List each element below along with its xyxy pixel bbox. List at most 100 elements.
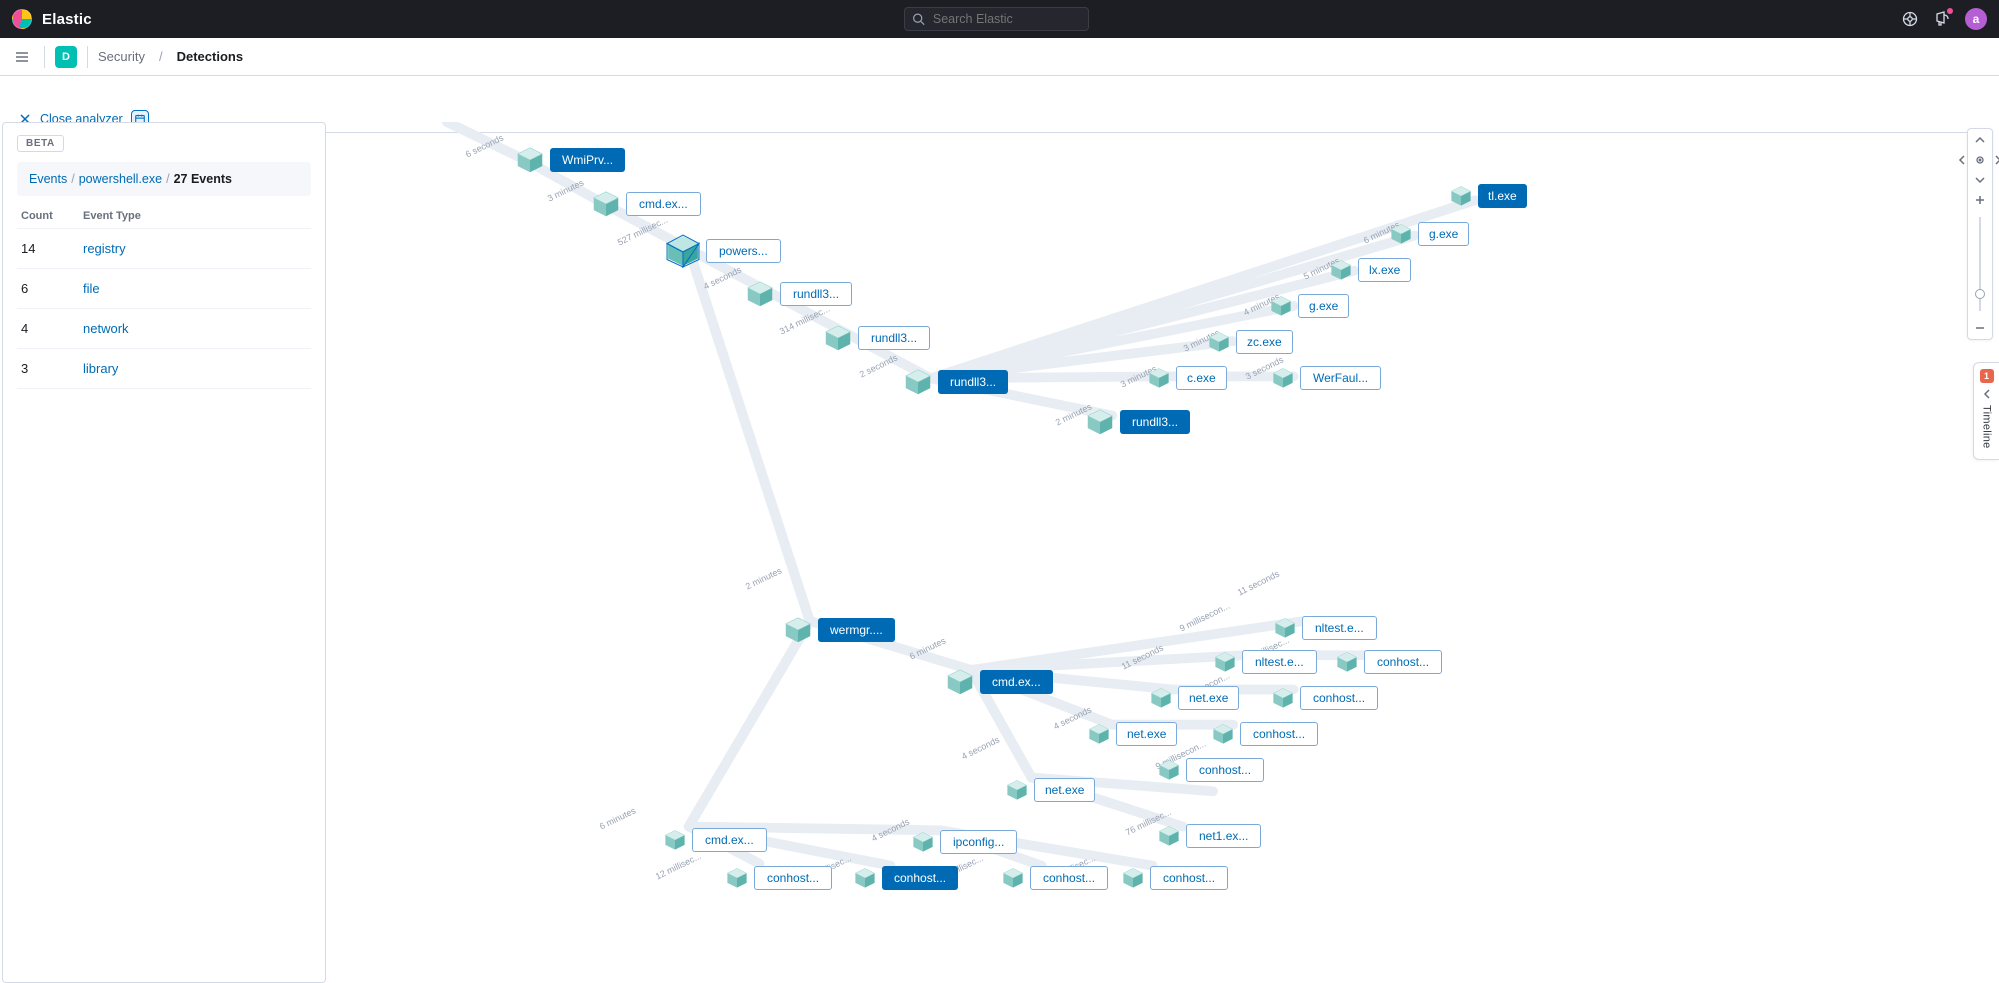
tree-node-c[interactable]: c.exe xyxy=(1148,366,1227,390)
crumb-current: 27 Events xyxy=(174,172,232,186)
tree-node-tl[interactable]: tl.exe xyxy=(1450,184,1527,208)
node-label: ipconfig... xyxy=(940,830,1017,854)
app-badge[interactable]: D xyxy=(55,46,77,68)
col-type: Event Type xyxy=(83,210,307,222)
chevron-left-icon xyxy=(1982,389,1992,399)
tree-node-conhost[interactable]: conhost... xyxy=(726,866,832,890)
pan-up-button[interactable] xyxy=(1971,133,1989,147)
node-label: powers... xyxy=(706,239,781,263)
tree-node-conhost[interactable]: conhost... xyxy=(1272,686,1378,710)
tree-node-net[interactable]: net.exe xyxy=(1006,778,1095,802)
recenter-button[interactable] xyxy=(1971,153,1989,167)
event-type-link[interactable]: registry xyxy=(83,241,126,256)
tree-node-ipconfig[interactable]: ipconfig... xyxy=(912,830,1017,854)
node-label: conhost... xyxy=(1364,650,1442,674)
tree-node-werfault[interactable]: WerFaul... xyxy=(1272,366,1381,390)
tree-node-wmiprv[interactable]: WmiPrv... xyxy=(516,146,625,174)
help-icon[interactable] xyxy=(1901,10,1919,28)
tree-node-net[interactable]: net.exe xyxy=(1088,722,1177,746)
divider xyxy=(87,46,88,68)
event-type-link[interactable]: network xyxy=(83,321,129,336)
row-count: 4 xyxy=(21,321,83,336)
node-label: rundll3... xyxy=(1120,410,1190,434)
tree-node-conhost[interactable]: conhost... xyxy=(1002,866,1108,890)
tree-node-conhost[interactable]: conhost... xyxy=(1336,650,1442,674)
node-label: rundll3... xyxy=(780,282,852,306)
pan-left-button[interactable] xyxy=(1953,153,1971,167)
node-label: WerFaul... xyxy=(1300,366,1381,390)
zoom-out-button[interactable] xyxy=(1971,321,1989,335)
node-label: tl.exe xyxy=(1478,184,1527,208)
row-count: 3 xyxy=(21,361,83,376)
event-type-row: 6 file xyxy=(17,268,311,308)
timeline-flyout-tab[interactable]: 1 Timeline xyxy=(1973,362,1999,460)
divider xyxy=(44,46,45,68)
zoom-slider[interactable] xyxy=(1979,217,1981,311)
event-type-link[interactable]: file xyxy=(83,281,100,296)
crumb-events[interactable]: Events xyxy=(29,172,67,186)
node-label: c.exe xyxy=(1176,366,1227,390)
crumb-process[interactable]: powershell.exe xyxy=(79,172,162,186)
row-count: 14 xyxy=(21,241,83,256)
node-label: net.exe xyxy=(1034,778,1095,802)
tree-node-conhost[interactable]: conhost... xyxy=(1158,758,1264,782)
panel-breadcrumb: Events / powershell.exe / 27 Events xyxy=(17,162,311,196)
breadcrumb-app[interactable]: Security xyxy=(98,49,145,64)
tree-node-nltest[interactable]: nltest.e... xyxy=(1214,650,1317,674)
node-label: nltest.e... xyxy=(1242,650,1317,674)
timeline-label: Timeline xyxy=(1981,405,1993,449)
notification-dot xyxy=(1947,8,1953,14)
event-type-row: 3 library xyxy=(17,348,311,389)
zoom-controls xyxy=(1967,128,1993,340)
node-label: rundll3... xyxy=(938,370,1008,394)
tree-node-g[interactable]: g.exe xyxy=(1390,222,1469,246)
tree-node-g[interactable]: g.exe xyxy=(1270,294,1349,318)
node-label: net.exe xyxy=(1178,686,1239,710)
tree-node-cmd[interactable]: cmd.ex... xyxy=(946,668,1053,696)
tree-node-cmd[interactable]: cmd.ex... xyxy=(664,828,767,852)
tree-node-net[interactable]: net.exe xyxy=(1150,686,1239,710)
node-label: conhost... xyxy=(1186,758,1264,782)
tree-node-cmd[interactable]: cmd.ex... xyxy=(592,190,701,218)
node-label: net1.ex... xyxy=(1186,824,1261,848)
tree-node-wermgr[interactable]: wermgr.... xyxy=(784,616,895,644)
tree-node-zc[interactable]: zc.exe xyxy=(1208,330,1293,354)
node-label: nltest.e... xyxy=(1302,616,1377,640)
node-label: cmd.ex... xyxy=(626,192,701,216)
node-label: wermgr.... xyxy=(818,618,895,642)
node-label: conhost... xyxy=(1300,686,1378,710)
zoom-in-button[interactable] xyxy=(1971,193,1989,207)
tree-node-nltest[interactable]: nltest.e... xyxy=(1274,616,1377,640)
event-type-row: 4 network xyxy=(17,308,311,348)
elastic-logo-icon[interactable] xyxy=(12,9,32,29)
event-type-link[interactable]: library xyxy=(83,361,118,376)
global-header: Elastic a xyxy=(0,0,1999,38)
brand-name: Elastic xyxy=(42,11,92,28)
tree-node-net1[interactable]: net1.ex... xyxy=(1158,824,1261,848)
tree-node-rundll[interactable]: rundll3... xyxy=(746,280,852,308)
tree-node-rundll[interactable]: rundll3... xyxy=(1086,408,1190,436)
global-search[interactable] xyxy=(904,7,1089,31)
tree-node-conhost[interactable]: conhost... xyxy=(1212,722,1318,746)
node-label: WmiPrv... xyxy=(550,148,625,172)
process-tree-canvas[interactable]: 6 seconds 3 minutes 527 millisec... 4 se… xyxy=(326,122,1999,983)
breadcrumb-page: Detections xyxy=(177,49,243,64)
tree-node-conhost[interactable]: conhost... xyxy=(854,866,958,890)
breadcrumb-sep: / xyxy=(159,49,163,64)
tree-node-powers[interactable]: powers... xyxy=(666,234,781,268)
beta-badge: BETA xyxy=(17,135,64,152)
pan-down-button[interactable] xyxy=(1971,173,1989,187)
event-table-header: Count Event Type xyxy=(17,210,311,228)
tree-node-conhost[interactable]: conhost... xyxy=(1122,866,1228,890)
tree-node-lx[interactable]: lx.exe xyxy=(1330,258,1411,282)
pan-right-button[interactable] xyxy=(1989,153,1999,167)
node-label: conhost... xyxy=(754,866,832,890)
tree-node-rundll[interactable]: rundll3... xyxy=(824,324,930,352)
user-avatar[interactable]: a xyxy=(1965,8,1987,30)
search-input[interactable] xyxy=(904,7,1089,31)
tree-node-rundll[interactable]: rundll3... xyxy=(904,368,1008,396)
event-type-row: 14 registry xyxy=(17,228,311,268)
nav-toggle-button[interactable] xyxy=(10,45,34,69)
newsfeed-icon[interactable] xyxy=(1933,10,1951,28)
app-header: D Security / Detections xyxy=(0,38,1999,76)
